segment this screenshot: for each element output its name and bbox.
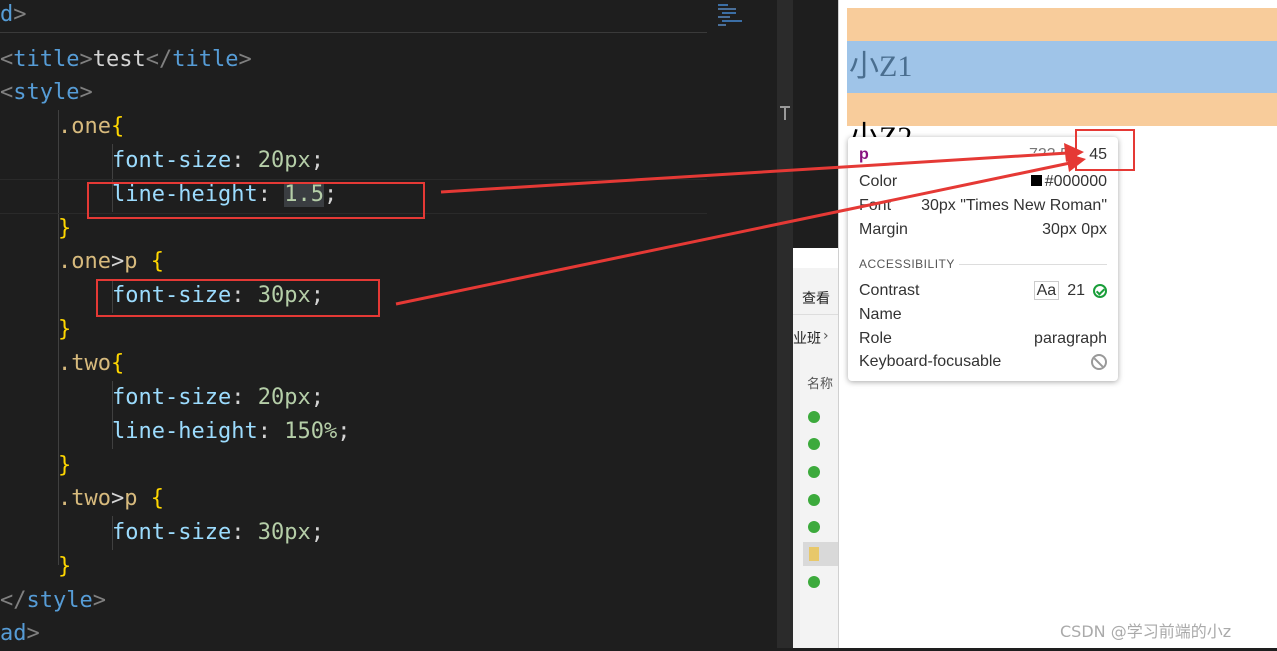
arrow-font-size — [395, 161, 1071, 306]
arrow-line-height — [440, 151, 1069, 194]
watermark: CSDN @学习前端的小z — [1060, 622, 1232, 641]
annotation-arrows — [395, 143, 1086, 306]
